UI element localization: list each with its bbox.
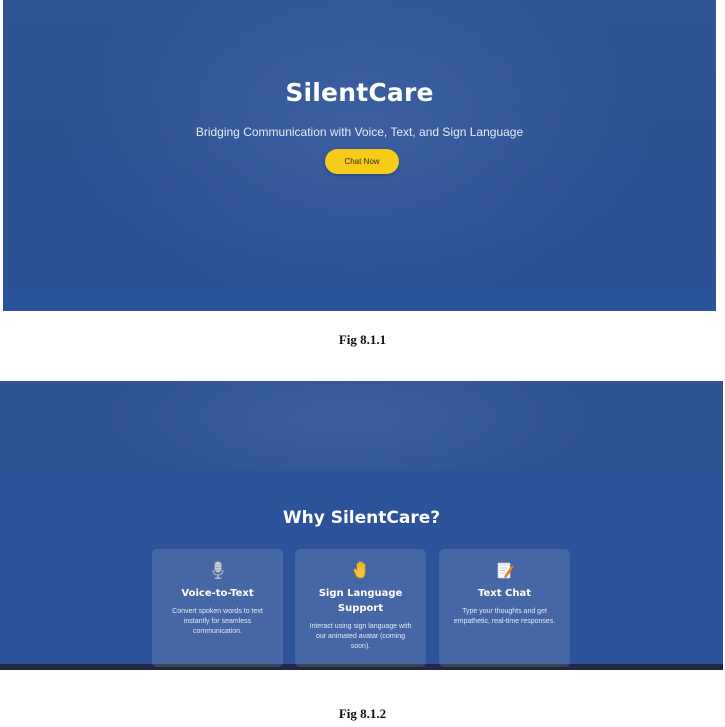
hero-title: SilentCare bbox=[285, 78, 434, 107]
feature-card-title: Text Chat bbox=[478, 588, 531, 599]
features-top-area bbox=[0, 381, 723, 471]
hero-subtitle: Bridging Communication with Voice, Text,… bbox=[195, 125, 524, 139]
raised-hand-icon bbox=[353, 561, 365, 579]
memo-pencil-icon bbox=[497, 562, 514, 579]
section-title: Why SilentCare? bbox=[282, 508, 441, 528]
feature-card-sign-language: Sign Language Support Interact using sig… bbox=[295, 549, 426, 667]
feature-card-title: Voice-to-Text bbox=[181, 588, 254, 599]
figure-caption-1: Fig 8.1.1 bbox=[338, 332, 387, 347]
feature-card-text: Type your thoughts and get empathetic, r… bbox=[453, 608, 556, 625]
feature-card-text: Interact using sign language with our an… bbox=[309, 623, 412, 650]
microphone-icon bbox=[212, 561, 223, 579]
feature-card-voice-to-text: Voice-to-Text Convert spoken words to te… bbox=[152, 549, 283, 667]
chat-now-button[interactable]: Chat Now bbox=[325, 149, 399, 174]
hero-screenshot: SilentCare Bridging Communication with V… bbox=[3, 0, 716, 311]
feature-card-title: Sign Language Support bbox=[318, 588, 403, 614]
hero-bottom-band bbox=[3, 289, 716, 311]
feature-card-text: Convert spoken words to text instantly f… bbox=[172, 608, 263, 635]
features-screenshot: Why SilentCare? Voice-to-Text Convert sp… bbox=[0, 381, 723, 670]
feature-card-text-chat: Text Chat Type your thoughts and get emp… bbox=[439, 549, 570, 667]
figure-caption-2: Fig 8.1.2 bbox=[338, 706, 387, 721]
